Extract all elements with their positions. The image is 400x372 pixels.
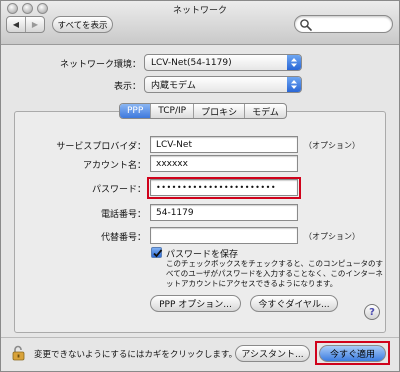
tab-tcp-ip[interactable]: TCP/IP [150, 104, 193, 118]
password-field[interactable]: ••••••••••••••••••••••• [150, 179, 298, 196]
back-forward-control: ◀ ▶ [6, 16, 45, 33]
service-provider-field[interactable]: LCV-Net [150, 136, 298, 153]
account-label: アカウント名： [82, 161, 146, 171]
phone-field[interactable]: 54-1179 [150, 204, 298, 221]
service-provider-label: サービスプロバイダ： [56, 142, 146, 152]
tab-modem[interactable]: モデム [244, 104, 286, 118]
password-label: パスワード： [91, 185, 146, 195]
tab-ppp[interactable]: PPP [120, 104, 151, 118]
title-bar: ネットワーク ◀ ▶ すべてを表示 [1, 1, 399, 45]
apply-now-button[interactable]: 今すぐ適用 [319, 345, 386, 362]
checkmark-icon [153, 249, 163, 258]
dial-now-button[interactable]: 今すぐダイヤル... [250, 295, 338, 312]
alternate-number-optional: （オプション） [304, 232, 360, 241]
search-icon [300, 19, 312, 31]
phone-label: 電話番号： [100, 210, 146, 220]
ppp-options-button[interactable]: PPP オプション... [150, 295, 241, 312]
show-value: 内蔵モデム [151, 81, 196, 91]
alternate-number-field[interactable] [150, 227, 298, 244]
assistant-button[interactable]: アシスタント... [235, 345, 310, 362]
back-button[interactable]: ◀ [7, 17, 25, 32]
tab-proxy[interactable]: プロキシ [193, 104, 244, 118]
forward-button[interactable]: ▶ [25, 17, 44, 32]
location-popup[interactable]: LCV-Net(54-1179) [144, 54, 302, 71]
alternate-number-label: 代替番号： [100, 233, 146, 243]
show-label: 表示： [113, 82, 141, 92]
save-password-checkbox[interactable] [151, 247, 163, 258]
show-all-button[interactable]: すべてを表示 [52, 16, 113, 33]
show-popup[interactable]: 内蔵モデム [144, 76, 302, 93]
network-preferences-window: ネットワーク ◀ ▶ すべてを表示 ネットワーク環境： LCV-Net(54-1… [0, 0, 400, 372]
location-label: ネットワーク環境： [59, 60, 141, 70]
search-input[interactable] [294, 15, 393, 33]
location-value: LCV-Net(54-1179) [151, 57, 232, 68]
popup-arrows-icon [287, 55, 301, 70]
account-field[interactable]: xxxxxx [150, 155, 298, 172]
popup-arrows-icon [287, 77, 301, 92]
save-password-note: このチェックボックスをチェックすると、このコンピュータのすべてのユーザがパスワー… [166, 259, 383, 288]
service-provider-optional: （オプション） [304, 141, 360, 150]
unlocked-lock-icon[interactable] [12, 345, 26, 361]
help-button[interactable]: ? [364, 304, 380, 320]
settings-tabs: PPP TCP/IP プロキシ モデム [119, 103, 287, 119]
lock-instruction-text: 変更できないようにするにはカギをクリックします。 [34, 350, 238, 360]
